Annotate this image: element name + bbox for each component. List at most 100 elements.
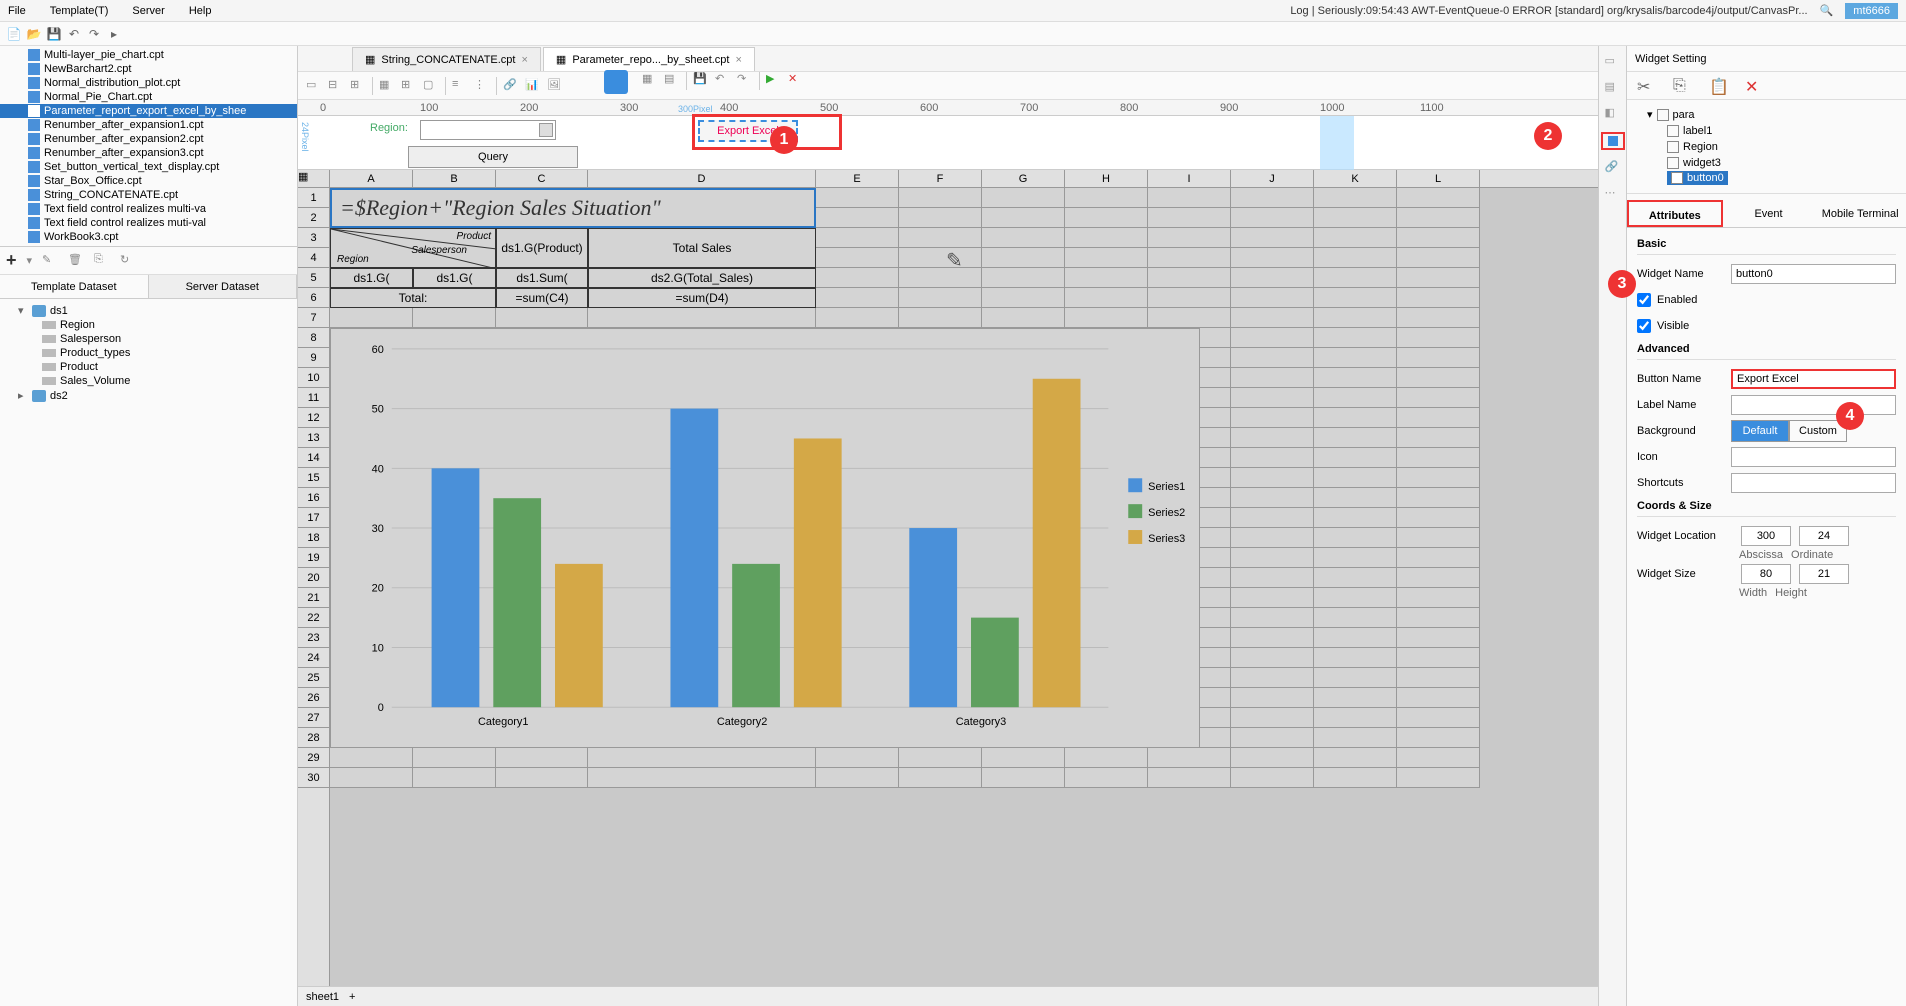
ds1-col-salesperson[interactable]: Salesperson [0,332,297,346]
row-header[interactable]: 20 [298,568,329,588]
menu-template[interactable]: Template(T) [50,5,109,17]
open-icon[interactable]: 📂 [26,26,42,42]
save-doc-icon[interactable]: 💾 [693,72,709,88]
ds1-col-product[interactable]: Product [0,360,297,374]
row-header[interactable]: 24 [298,648,329,668]
file-item[interactable]: String_CONCATENATE.cpt [0,188,297,202]
row-header[interactable]: 7 [298,308,329,328]
row-header[interactable]: 17 [298,508,329,528]
row-header[interactable]: 8 [298,328,329,348]
col-header[interactable]: E [816,170,899,187]
cell-ab5[interactable]: Total: [330,288,496,308]
row-header[interactable]: 29 [298,748,329,768]
cell-b4[interactable]: ds1.G( [413,268,496,288]
file-item[interactable]: NewBarchart2.cpt [0,62,297,76]
embedded-chart[interactable]: 0102030405060Category1Category2Category3… [330,328,1200,748]
menu-file[interactable]: File [8,5,26,17]
edit-dataset-icon[interactable]: ✎ [42,253,58,269]
more-icon[interactable]: ▸ [106,26,122,42]
row-header[interactable]: 23 [298,628,329,648]
enabled-checkbox[interactable] [1637,293,1651,307]
row-header[interactable]: 5 [298,268,329,288]
ds1-col-region[interactable]: Region [0,318,297,332]
doc-tab-0[interactable]: ▦String_CONCATENATE.cpt× [352,47,541,71]
query-button[interactable]: Query [408,146,578,168]
row-header[interactable]: 25 [298,668,329,688]
row-header[interactable]: 26 [298,688,329,708]
col-header[interactable]: H [1065,170,1148,187]
title-cell[interactable]: =$Region+"Region Sales Situation" [330,188,816,228]
stop-icon[interactable]: ✕ [788,72,804,88]
cell-a4[interactable]: ds1.G( [330,268,413,288]
row-header[interactable]: 15 [298,468,329,488]
file-item[interactable]: WorkBook3.cpt [0,230,297,244]
link-prop-icon[interactable]: 🔗 [1605,160,1621,176]
icon-input[interactable] [1731,447,1896,467]
row-header[interactable]: 3 [298,228,329,248]
row-header[interactable]: 30 [298,768,329,788]
doc-tab-1[interactable]: ▦Parameter_repo..._by_sheet.cpt× [543,47,755,71]
col-header[interactable]: I [1148,170,1231,187]
size-h-input[interactable] [1799,564,1849,584]
visible-checkbox[interactable] [1637,319,1651,333]
paste-icon[interactable]: 📋 [1709,77,1727,95]
ds2-node[interactable]: ▸ds2 [0,388,297,403]
ds1-col-product-types[interactable]: Product_types [0,346,297,360]
cond-icon[interactable]: ◧ [1605,106,1621,122]
border-icon[interactable]: ▢ [423,78,439,94]
row-header[interactable]: 11 [298,388,329,408]
loc-x-input[interactable] [1741,526,1791,546]
row-header[interactable]: 4 [298,248,329,268]
sheet-tab[interactable]: sheet1 [306,991,339,1003]
row-header[interactable]: 2 [298,208,329,228]
col-header[interactable]: K [1314,170,1397,187]
cell-d3[interactable]: Total Sales [588,228,816,268]
undo-doc-icon[interactable]: ↶ [715,72,731,88]
refresh-dataset-icon[interactable]: ↻ [120,253,136,269]
cell-c4[interactable]: ds1.Sum( [496,268,588,288]
cell-d5[interactable]: =sum(D4) [588,288,816,308]
table-icon[interactable]: ▦ [379,78,395,94]
row-header[interactable]: 1 [298,188,329,208]
row-header[interactable]: 16 [298,488,329,508]
row-header[interactable]: 14 [298,448,329,468]
col-header[interactable]: B [413,170,496,187]
row-header[interactable]: 12 [298,408,329,428]
cell-prop-icon[interactable]: ▭ [1605,54,1621,70]
cell-c3[interactable]: ds1.G(Product) [496,228,588,268]
link-icon[interactable]: 🔗 [503,78,519,94]
col-header[interactable]: G [982,170,1065,187]
wt-para[interactable]: ▾para [1635,106,1898,123]
widget-prop-icon[interactable]: ▤ [1605,80,1621,96]
region-dropdown[interactable] [420,120,556,140]
file-item[interactable]: Set_button_vertical_text_display.cpt [0,160,297,174]
col-header[interactable]: L [1397,170,1480,187]
tab-mobile[interactable]: Mobile Terminal [1814,200,1906,227]
grid-icon[interactable]: ▦ [642,72,658,88]
more-prop-icon[interactable]: ⋯ [1605,186,1621,202]
widget-name-input[interactable] [1731,264,1896,284]
ds1-node[interactable]: ▾ds1 [0,303,297,318]
row-header[interactable]: 13 [298,428,329,448]
align-icon[interactable]: ≡ [452,78,468,94]
file-item[interactable]: Text field control realizes muti-val [0,216,297,230]
wt-widget3[interactable]: widget3 [1635,155,1898,171]
redo-icon[interactable]: ↷ [86,26,102,42]
menu-server[interactable]: Server [132,5,164,17]
file-item[interactable]: Normal_distribution_plot.cpt [0,76,297,90]
cell-c5[interactable]: =sum(C4) [496,288,588,308]
delete-icon[interactable]: ✕ [1745,77,1763,95]
file-item[interactable]: Renumber_after_expansion2.cpt [0,132,297,146]
bg-default-button[interactable]: Default [1731,420,1789,442]
image-icon[interactable]: 🖼 [547,78,563,94]
col-header[interactable]: J [1231,170,1314,187]
col-header[interactable]: D [588,170,816,187]
file-item[interactable]: Text field control realizes multi-va [0,202,297,216]
row-header[interactable]: 19 [298,548,329,568]
row-header[interactable]: 28 [298,728,329,748]
search-icon[interactable]: 🔍 [1820,4,1834,17]
cell-icon[interactable]: ▭ [306,78,322,94]
user-badge[interactable]: mt6666 [1845,3,1898,19]
chart-icon[interactable]: 📊 [525,78,541,94]
new-icon[interactable]: 📄 [6,26,22,42]
